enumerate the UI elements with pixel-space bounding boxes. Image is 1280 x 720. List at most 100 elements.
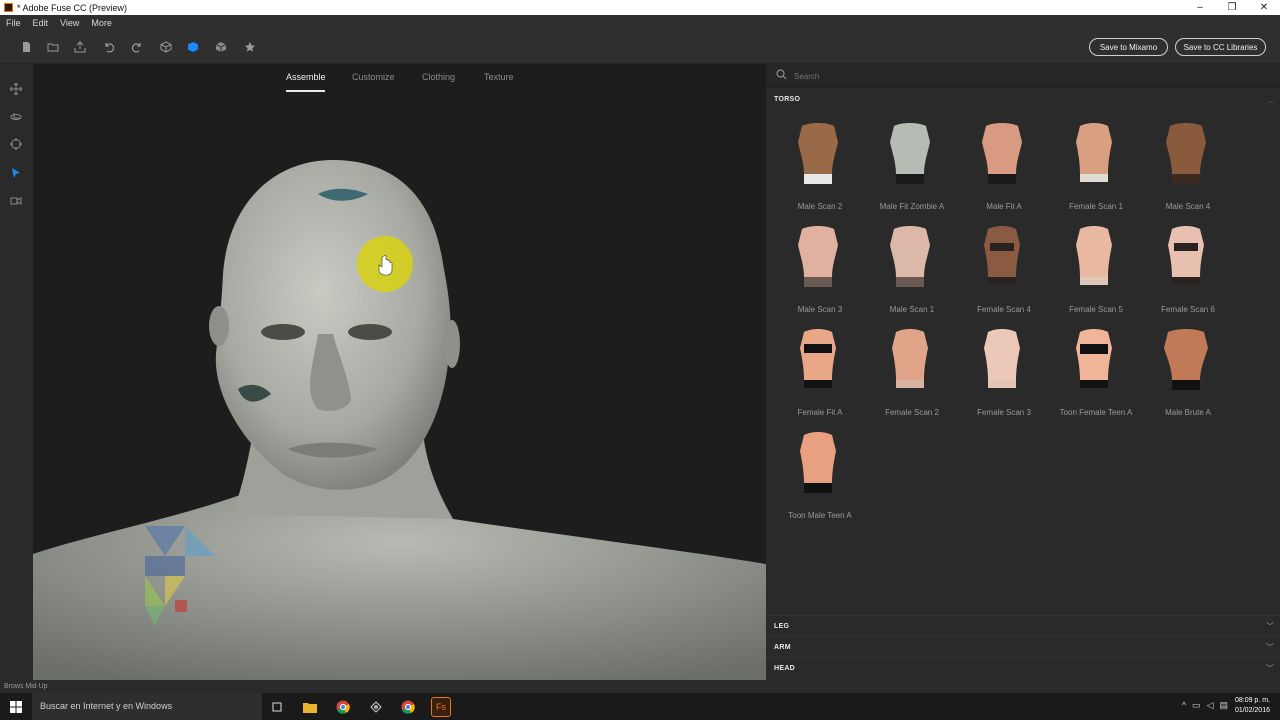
- chevron-down-icon: ﹀: [1266, 622, 1274, 631]
- volume-icon[interactable]: ◁: [1207, 700, 1214, 711]
- open-folder-icon[interactable]: [45, 39, 61, 55]
- close-button[interactable]: ✕: [1248, 0, 1280, 15]
- torso-thumbnail: [798, 123, 838, 184]
- torso-item-label: Male Scan 3: [797, 305, 843, 314]
- tray-up-arrow-icon[interactable]: ^: [1182, 700, 1186, 711]
- new-file-icon[interactable]: [18, 39, 34, 55]
- rotate-icon[interactable]: [8, 109, 24, 125]
- torso-item[interactable]: Toon Male Teen A: [770, 425, 862, 525]
- textured-cube-icon[interactable]: [213, 39, 229, 55]
- save-to-mixamo-button[interactable]: Save to Mixamo: [1089, 38, 1168, 56]
- section-torso-header[interactable]: TORSO: [774, 96, 800, 103]
- torso-item-label: Male Fit Zombie A: [879, 202, 945, 211]
- torso-item-label: Male Scan 4: [1165, 202, 1211, 211]
- search-input[interactable]: [794, 69, 1264, 83]
- chevron-up-icon[interactable]: ︿: [1266, 95, 1274, 106]
- torso-item[interactable]: Male Brute A: [1138, 322, 1230, 422]
- system-tray: ^ ▭ ◁ ▤: [1182, 700, 1228, 711]
- character-model[interactable]: [33, 64, 766, 680]
- torso-item-label: Toon Male Teen A: [788, 511, 852, 520]
- torso-item-label: Female Scan 4: [977, 305, 1031, 314]
- search-bar: [766, 64, 1280, 88]
- section-leg[interactable]: LEG ﹀: [766, 615, 1280, 636]
- torso-item[interactable]: Male Fit A: [954, 116, 1046, 216]
- torso-item[interactable]: Female Scan 6: [1138, 219, 1230, 319]
- torso-thumbnail: [984, 329, 1020, 388]
- torso-item[interactable]: Male Scan 1: [862, 219, 954, 319]
- camera-icon[interactable]: [8, 193, 24, 209]
- menu-view[interactable]: View: [54, 18, 85, 28]
- torso-item-label: Toon Female Teen A: [1059, 408, 1133, 417]
- favorite-star-icon[interactable]: [242, 39, 258, 55]
- move-icon[interactable]: [8, 81, 24, 97]
- clock-time: 08:09 p. m.: [1234, 697, 1270, 704]
- 3d-viewport[interactable]: Assemble Customize Clothing Texture: [33, 64, 766, 680]
- taskbar-search[interactable]: Buscar en Internet y en Windows: [32, 693, 262, 720]
- section-head-label: HEAD: [774, 665, 796, 672]
- network-icon[interactable]: ▭: [1192, 700, 1201, 711]
- torso-item[interactable]: Female Scan 1: [1046, 116, 1138, 216]
- file-explorer-icon[interactable]: [300, 697, 320, 717]
- menu-file[interactable]: File: [0, 18, 27, 28]
- torso-thumbnail: [798, 226, 838, 287]
- notifications-icon[interactable]: ▤: [1219, 700, 1228, 711]
- torso-thumbnail: [1076, 123, 1112, 182]
- torso-thumbnail: [890, 226, 930, 287]
- section-leg-label: LEG: [774, 623, 790, 630]
- menu-bar: File Edit View More: [0, 15, 1280, 31]
- app-icon-generic[interactable]: [366, 697, 386, 717]
- windows-taskbar: Buscar en Internet y en Windows Fs ^ ▭ ◁…: [0, 693, 1280, 720]
- taskbar-clock[interactable]: 08:09 p. m. 01/02/2016: [1235, 696, 1270, 716]
- menu-edit[interactable]: Edit: [27, 18, 55, 28]
- undo-icon[interactable]: [101, 39, 117, 55]
- app-icon: [4, 3, 13, 12]
- torso-item[interactable]: Male Scan 2: [770, 116, 862, 216]
- window-title: * Adobe Fuse CC (Preview): [17, 2, 128, 13]
- task-view-icon[interactable]: [267, 697, 287, 717]
- torso-item[interactable]: Female Scan 2: [862, 322, 954, 422]
- export-icon[interactable]: [72, 39, 88, 55]
- adobe-fuse-taskbar-icon[interactable]: Fs: [431, 697, 451, 717]
- clock-date: 01/02/2016: [1234, 707, 1270, 714]
- chrome-icon[interactable]: [333, 697, 353, 717]
- torso-item-label: Female Scan 5: [1069, 305, 1123, 314]
- minimize-button[interactable]: –: [1184, 0, 1216, 15]
- torso-thumbnail: [982, 123, 1022, 184]
- torso-item-label: Female Fit A: [797, 408, 843, 417]
- wireframe-cube-icon[interactable]: [158, 39, 174, 55]
- torso-thumbnail: [892, 329, 928, 388]
- torso-item-label: Male Brute A: [1165, 408, 1211, 417]
- select-pointer-icon[interactable]: [8, 165, 24, 181]
- torso-item[interactable]: Male Scan 3: [770, 219, 862, 319]
- torso-item[interactable]: Female Scan 4: [954, 219, 1046, 319]
- torso-item-label: Female Scan 3: [977, 408, 1031, 417]
- section-head[interactable]: HEAD ﹀: [766, 657, 1280, 678]
- torso-thumbnail: [800, 329, 836, 388]
- torso-thumbnail: [1076, 329, 1112, 388]
- torso-item[interactable]: Female Fit A: [770, 322, 862, 422]
- save-to-cc-libraries-button[interactable]: Save to CC Libraries: [1175, 38, 1266, 56]
- torso-item[interactable]: Male Fit Zombie A: [862, 116, 954, 216]
- torso-item-label: Female Scan 1: [1069, 202, 1123, 211]
- title-bar: * Adobe Fuse CC (Preview) – ❐ ✕: [0, 0, 1280, 15]
- left-toolbar: [0, 64, 33, 680]
- torso-thumbnail: [1166, 123, 1206, 184]
- section-arm[interactable]: ARM ﹀: [766, 636, 1280, 657]
- windows-start-icon[interactable]: [0, 693, 32, 720]
- torso-item[interactable]: Male Scan 4: [1138, 116, 1230, 216]
- restore-button[interactable]: ❐: [1216, 0, 1248, 15]
- torso-item[interactable]: Toon Female Teen A: [1046, 322, 1138, 422]
- torso-item-label: Female Scan 2: [885, 408, 939, 417]
- asset-panel: TORSO ︿ Male Scan 2 Male Fit Zombie A Ma…: [766, 64, 1280, 680]
- redo-icon[interactable]: [129, 39, 145, 55]
- section-arm-label: ARM: [774, 644, 791, 651]
- torso-item[interactable]: Female Scan 5: [1046, 219, 1138, 319]
- status-bar: Brows Mid Up: [0, 680, 1280, 693]
- torso-thumbnail: [1164, 329, 1208, 390]
- torso-item[interactable]: Female Scan 3: [954, 322, 1046, 422]
- solid-cube-icon[interactable]: [185, 39, 201, 55]
- torso-item-label: Male Fit A: [986, 202, 1022, 211]
- chrome-icon-2[interactable]: [398, 697, 418, 717]
- target-icon[interactable]: [8, 136, 24, 152]
- menu-more[interactable]: More: [85, 18, 118, 28]
